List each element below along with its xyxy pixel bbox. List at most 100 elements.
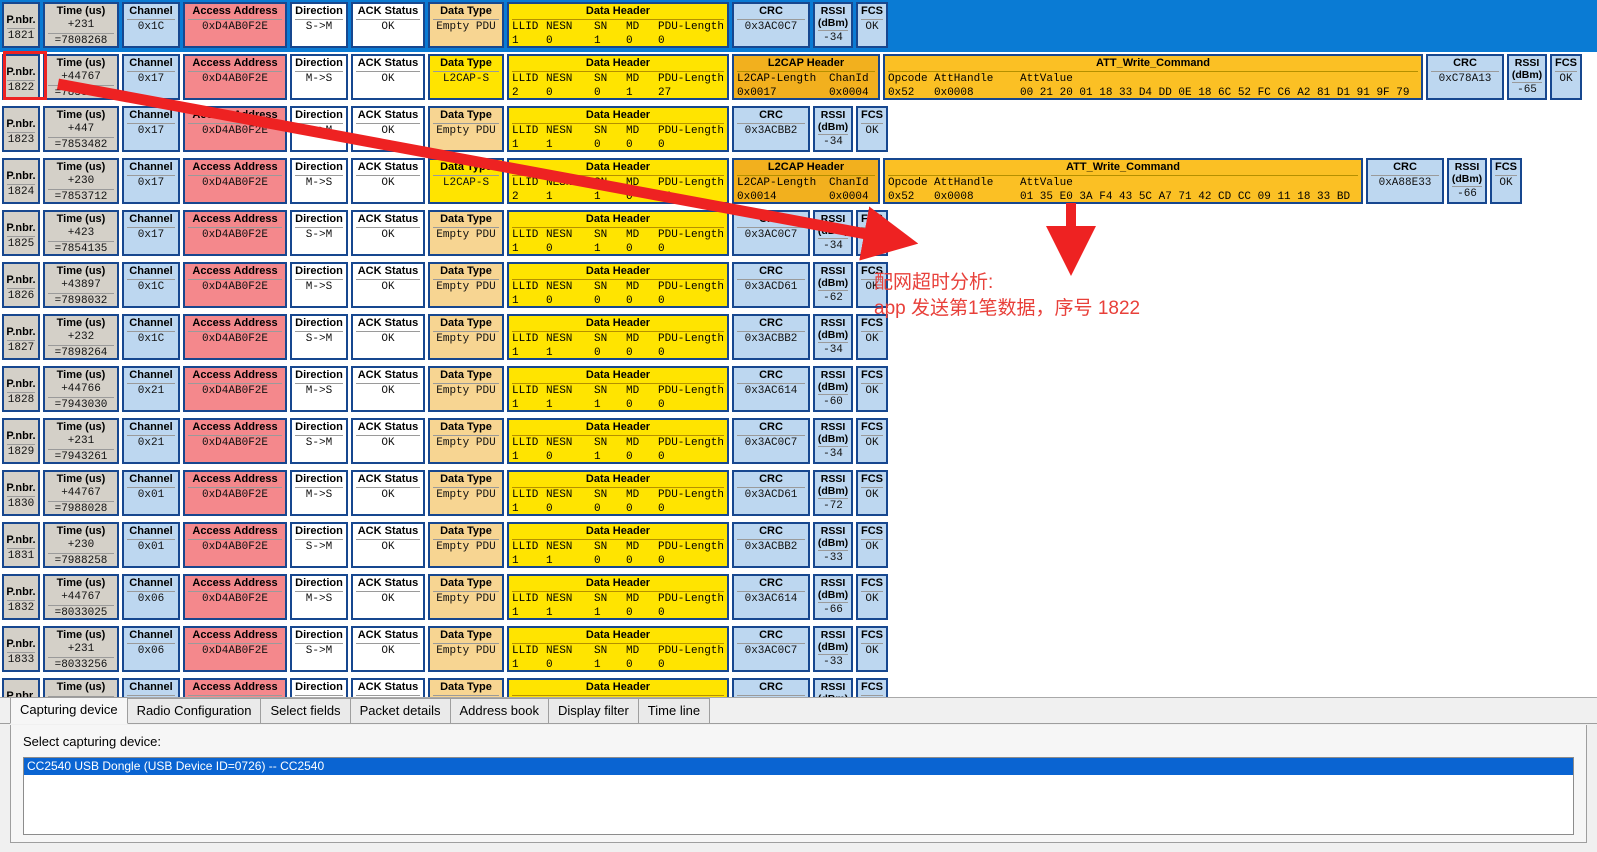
dh-sn-value: 0 [594, 295, 601, 307]
packet-number-cell[interactable]: P.nbr. 1830 [2, 470, 40, 516]
packet-number-cell[interactable]: P.nbr. 1828 [2, 366, 40, 412]
dh-nesn-value: 0 [546, 87, 553, 99]
packet-number-cell[interactable]: P.nbr. [2, 678, 40, 697]
table-row[interactable]: P.nbr. 1821 Time (us) +231 =7808268 Channel 0x… [0, 0, 1597, 52]
packet-list[interactable]: P.nbr. 1821 Time (us) +231 =7808268 Channel 0x… [0, 0, 1597, 697]
packet-direction-cell-value: S->M [295, 539, 343, 554]
packet-l2cap-header-group-title: L2CAP Header [767, 161, 845, 173]
packet-number-cell[interactable]: P.nbr. 1825 [2, 210, 40, 256]
table-row[interactable]: P.nbr. 1825 Time (us) +423 =7854135 Channel 0x… [0, 208, 1597, 260]
att-opcode-value: 0x52 [888, 87, 915, 99]
annotation-line-1: 配网超时分析: [874, 272, 994, 293]
packet-fcs-cell-value: OK [861, 227, 883, 242]
packet-data-header-group: Data Header LLID NESN SN MD PDU-Length 1 1 0 0 0 [507, 314, 729, 360]
packet-ack-status-cell: ACK Status OK [351, 210, 425, 256]
dh-sn-value: 1 [594, 191, 601, 203]
packet-number-cell[interactable]: P.nbr. 1832 [2, 574, 40, 620]
packet-data-type-cell-header: Data Type [440, 473, 492, 485]
att-handle-value: 0x0008 [934, 191, 974, 203]
packet-ack-status-cell: ACK Status OK [351, 262, 425, 308]
packet-data-type-cell: Data Type L2CAP-S [428, 54, 504, 100]
packet-access-address-cell: Access Address 0xD4AB0F2E [183, 54, 287, 100]
table-row[interactable]: P.nbr. 1826 Time (us) +43897 =7898032 Channel… [0, 260, 1597, 312]
packet-number-cell[interactable]: P.nbr. 1827 [2, 314, 40, 360]
dh-nesn-subheader: NESN [546, 177, 573, 189]
l2cap-chanid-value: 0x0004 [829, 87, 869, 99]
packet-access-address-cell-value: 0xD4AB0F2E [188, 123, 282, 138]
packet-data-header-group-title: Data Header [585, 421, 651, 433]
packet-access-address-cell-header: Access Address [192, 629, 278, 641]
dh-nesn-value: 0 [546, 503, 553, 515]
tab-display-filter[interactable]: Display filter [548, 698, 639, 723]
table-row[interactable]: P.nbr. 1831 Time (us) +230 =7988258 Channel 0x… [0, 520, 1597, 572]
packet-number-cell[interactable]: P.nbr. 1821 [2, 2, 40, 48]
packet-ack-status-cell-header: ACK Status [357, 213, 419, 225]
dh-sn-subheader: SN [594, 437, 608, 449]
packet-data-type-cell-value: Empty PDU [433, 435, 499, 450]
packet-channel-cell: Channel [122, 678, 180, 697]
packet-direction-cell: Direction S->M [290, 2, 348, 48]
tab-strip[interactable]: Capturing device Radio Configuration Selec… [0, 697, 1597, 724]
packet-data-type-cell-header: Data Type [440, 213, 492, 225]
time-delta-value: +230 [67, 175, 95, 187]
table-row[interactable]: P.nbr. 1832 Time (us) +44767 =8033025 Channel… [0, 572, 1597, 624]
packet-access-address-cell-header: Access Address [192, 57, 278, 69]
dh-llid-subheader: LLID [512, 437, 539, 449]
time-absolute-value: =7898032 [48, 293, 114, 306]
packet-access-address-cell: Access Address 0xD4AB0F2E [183, 106, 287, 152]
table-row[interactable]: P.nbr. 1823 Time (us) +447 =7853482 Channel 0x… [0, 104, 1597, 156]
packet-crc-cell-header: CRC [759, 109, 783, 121]
dh-llid-subheader: LLID [512, 385, 539, 397]
dh-llid-value: 1 [512, 399, 519, 411]
dh-nesn-subheader: NESN [546, 229, 573, 241]
time-delta-value: +43897 [61, 279, 101, 291]
device-list[interactable]: CC2540 USB Dongle (USB Device ID=0726) -… [23, 757, 1574, 835]
table-row[interactable]: P.nbr. 1824 Time (us) +230 =7853712 Channel 0x… [0, 156, 1597, 208]
packet-number-cell[interactable]: P.nbr. 1826 [2, 262, 40, 308]
packet-access-address-cell-header: Access Address [192, 109, 278, 121]
packet-number-cell[interactable]: P.nbr. 1824 [2, 158, 40, 204]
time-delta-value: +447 [67, 123, 95, 135]
table-row[interactable]: P.nbr. 1830 Time (us) +44767 =7988028 Channel… [0, 468, 1597, 520]
packet-access-address-cell-header: Access Address [192, 265, 278, 277]
packet-rssi-cell-value: -34 [818, 342, 848, 357]
packet-rssi-cell-header: RSSI(dBm) [817, 577, 849, 601]
table-row[interactable]: P.nbr. 1829 Time (us) +231 =7943261 Channel 0x… [0, 416, 1597, 468]
table-row[interactable]: P.nbr. 1833 Time (us) +231 =8033256 Channel 0x… [0, 624, 1597, 676]
packet-ack-status-cell-header: ACK Status [357, 681, 419, 693]
att-value-subheader: AttValue [1020, 73, 1073, 85]
tab-address-book[interactable]: Address book [449, 698, 549, 723]
packet-number-cell[interactable]: P.nbr. 1833 [2, 626, 40, 672]
tab-capturing-device[interactable]: Capturing device [10, 697, 128, 724]
table-row[interactable]: P.nbr. Time (us) Channel Access Address Dire… [0, 676, 1597, 697]
table-row[interactable]: P.nbr. 1822 Time (us) +44767 =7853035 Channel… [0, 52, 1597, 104]
packet-number-cell[interactable]: P.nbr. 1822 [2, 54, 40, 100]
packet-fcs-cell-header: FCS [861, 421, 883, 433]
list-item[interactable]: CC2540 USB Dongle (USB Device ID=0726) -… [24, 758, 1573, 775]
tab-select-fields[interactable]: Select fields [260, 698, 351, 723]
packet-ack-status-cell: ACK Status OK [351, 470, 425, 516]
tab-radio-configuration[interactable]: Radio Configuration [126, 698, 262, 723]
table-row[interactable]: P.nbr. 1828 Time (us) +44766 =7943030 Channel… [0, 364, 1597, 416]
packet-access-address-cell-value: 0xD4AB0F2E [188, 643, 282, 658]
dh-pdulen-value: 0 [658, 35, 665, 47]
table-row[interactable]: P.nbr. 1827 Time (us) +232 =7898264 Channel 0x… [0, 312, 1597, 364]
packet-data-type-cell-value: Empty PDU [433, 279, 499, 294]
dh-pdulen-subheader: PDU-Length [658, 385, 725, 397]
packet-crc-cell: CRC 0x3ACD61 [732, 262, 810, 308]
pnbr-header: P.nbr. [6, 482, 36, 494]
packet-number-cell[interactable]: P.nbr. 1823 [2, 106, 40, 152]
packet-rssi-cell-value: -72 [818, 498, 848, 513]
packet-data-type-cell-header: Data Type [440, 265, 492, 277]
packet-number-cell[interactable]: P.nbr. 1831 [2, 522, 40, 568]
dh-md-value: 0 [626, 191, 633, 203]
packet-number-cell[interactable]: P.nbr. 1829 [2, 418, 40, 464]
packet-ack-status-cell: ACK Status OK [351, 2, 425, 48]
packet-data-type-cell-header: Data Type [440, 681, 492, 693]
packet-crc-cell-value: 0x3ACBB2 [737, 539, 805, 554]
packet-data-type-cell: Data Type Empty PDU [428, 210, 504, 256]
tab-time-line[interactable]: Time line [637, 698, 711, 723]
tab-packet-details[interactable]: Packet details [349, 698, 451, 723]
packet-rssi-cell-header: RSSI(dBm) [817, 317, 849, 341]
packet-rssi-cell-header: RSSI(dBm) [817, 369, 849, 393]
